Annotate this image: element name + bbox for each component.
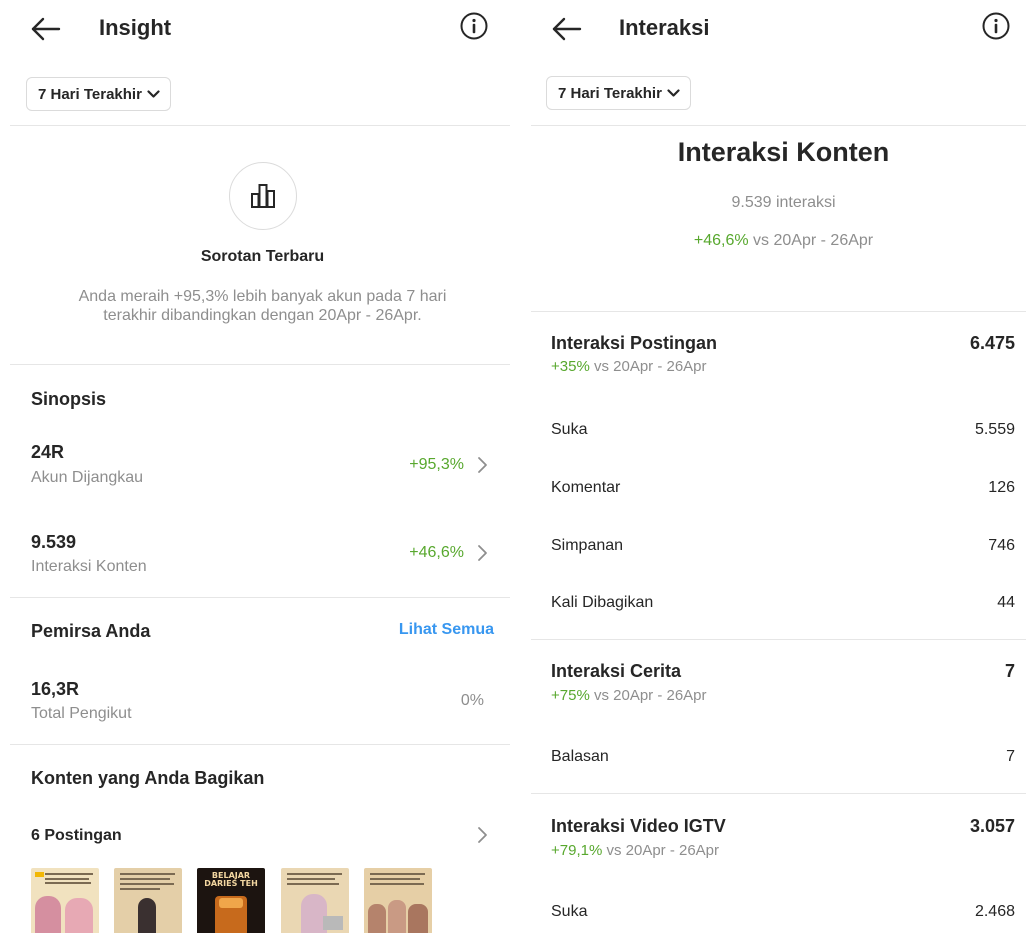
- info-icon[interactable]: [459, 11, 489, 41]
- stories-interactions-title: Interaksi Cerita: [551, 661, 682, 681]
- compare-range: vs 20Apr - 26Apr: [602, 842, 720, 859]
- metric-value: 9.539: [31, 532, 77, 552]
- compare-range: vs 20Apr - 26Apr: [589, 687, 707, 704]
- stat-label: Simpanan: [551, 537, 624, 554]
- stat-value: 746: [988, 537, 1015, 554]
- stat-label: Suka: [551, 421, 588, 438]
- metric-content-interactions[interactable]: 9.539 Interaksi Konten +46,6%: [0, 522, 512, 584]
- stories-interactions-comparison: +75% vs 20Apr - 26Apr: [551, 687, 707, 704]
- info-icon[interactable]: [981, 11, 1011, 41]
- date-range-dropdown[interactable]: 7 Hari Terakhir: [26, 77, 171, 111]
- followers-change: 0%: [460, 692, 484, 709]
- see-all-link[interactable]: Lihat Semua: [399, 621, 494, 639]
- stories-interactions-total: 7: [1004, 661, 1015, 681]
- divider: [531, 793, 1026, 794]
- posts-row[interactable]: 6 Postingan: [0, 815, 512, 855]
- highlight-description: Anda meraih +95,3% lebih banyak akun pad…: [0, 287, 512, 325]
- screen-separator: [512, 0, 521, 933]
- divider: [531, 639, 1026, 640]
- date-range-label: 7 Hari Terakhir: [38, 85, 142, 103]
- chevron-right-icon: [478, 545, 487, 561]
- metric-label: Interaksi Konten: [31, 558, 147, 575]
- post-thumbnail[interactable]: [281, 868, 349, 933]
- thumbnail-text: DARIES TEH: [204, 879, 258, 888]
- stat-value: 2.468: [974, 903, 1015, 920]
- chevron-right-icon: [478, 457, 487, 473]
- highlight-line: terakhir dibandingkan dengan 20Apr - 26A…: [103, 307, 422, 324]
- date-range-dropdown[interactable]: 7 Hari Terakhir: [546, 76, 691, 110]
- summary-count: 9.539 interaksi: [731, 194, 836, 211]
- change-value: +79,1%: [551, 842, 603, 859]
- followers-value: 16,3R: [31, 679, 80, 699]
- summary-title: Interaksi Konten: [677, 137, 890, 167]
- highlight-line: Anda meraih +95,3% lebih banyak akun pad…: [78, 288, 447, 305]
- posts-interactions-total: 6.475: [969, 333, 1015, 353]
- date-range-label: 7 Hari Terakhir: [558, 84, 662, 102]
- change-value: +75%: [551, 687, 590, 704]
- metric-change: +46,6%: [409, 544, 464, 561]
- posts-interactions-title: Interaksi Postingan: [551, 333, 718, 353]
- metric-change: +95,3%: [409, 456, 464, 473]
- page-title: Insight: [99, 15, 172, 40]
- post-thumbnail[interactable]: [114, 868, 182, 933]
- divider: [531, 311, 1026, 312]
- divider: [10, 125, 510, 126]
- synopsis-title: Sinopsis: [31, 389, 107, 409]
- back-arrow-icon[interactable]: [28, 14, 64, 44]
- divider: [10, 364, 510, 365]
- back-arrow-icon[interactable]: [549, 14, 585, 44]
- metric-accounts-reached[interactable]: 24R Akun Dijangkau +95,3%: [0, 432, 512, 494]
- summary-compare-range: vs 20Apr - 26Apr: [748, 232, 874, 249]
- page-title: Interaksi: [619, 15, 710, 40]
- post-thumbnail[interactable]: BELAJAR DARIES TEH: [197, 868, 265, 933]
- change-value: +35%: [551, 358, 590, 375]
- stat-value: 44: [997, 594, 1015, 611]
- stat-value: 126: [988, 479, 1015, 496]
- chevron-right-icon: [478, 827, 487, 843]
- chevron-down-icon: [667, 88, 680, 97]
- stat-label: Komentar: [551, 479, 621, 496]
- post-thumbnail[interactable]: [364, 868, 432, 933]
- shared-content-title: Konten yang Anda Bagikan: [31, 768, 265, 788]
- stat-label: Suka: [551, 903, 588, 920]
- posts-interactions-comparison: +35% vs 20Apr - 26Apr: [551, 358, 707, 375]
- stat-value: 7: [1006, 748, 1015, 765]
- followers-label: Total Pengikut: [31, 705, 132, 722]
- igtv-interactions-comparison: +79,1% vs 20Apr - 26Apr: [551, 842, 719, 859]
- audience-title: Pemirsa Anda: [31, 621, 151, 641]
- interactions-screen: Interaksi 7 Hari Terakhir Interaksi Kont…: [521, 0, 1026, 933]
- divider: [10, 597, 510, 598]
- compare-range: vs 20Apr - 26Apr: [589, 358, 707, 375]
- insight-screen: Insight 7 Hari Terakhir Sorotan Terbaru …: [0, 0, 512, 933]
- metric-label: Akun Dijangkau: [31, 469, 144, 486]
- bar-chart-icon: [251, 184, 275, 208]
- metric-value: 24R: [31, 442, 65, 462]
- highlight-badge: [229, 162, 297, 230]
- divider: [10, 744, 510, 745]
- highlight-title: Sorotan Terbaru: [200, 248, 325, 265]
- chevron-down-icon: [147, 89, 160, 98]
- igtv-interactions-title: Interaksi Video IGTV: [551, 816, 726, 836]
- igtv-interactions-total: 3.057: [969, 816, 1015, 836]
- stat-value: 5.559: [974, 421, 1015, 438]
- summary-change: +46,6%: [693, 232, 749, 249]
- post-thumbnail[interactable]: [31, 868, 99, 933]
- stat-label: Kali Dibagikan: [551, 594, 654, 611]
- summary-comparison: +46,6% vs 20Apr - 26Apr: [521, 232, 1026, 250]
- posts-count-label: 6 Postingan: [31, 827, 122, 844]
- stat-label: Balasan: [551, 748, 609, 765]
- divider: [531, 125, 1026, 126]
